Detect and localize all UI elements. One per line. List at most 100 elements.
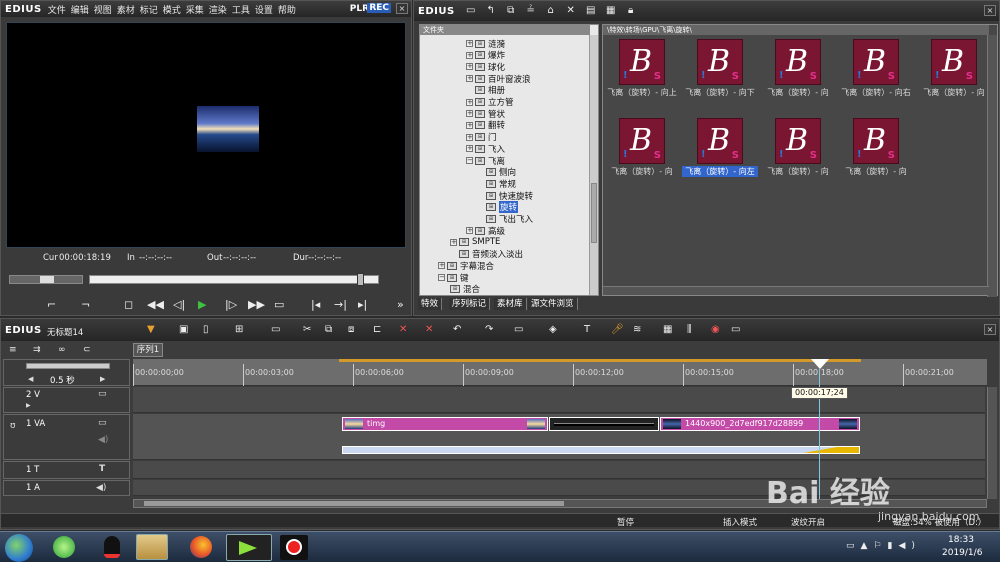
audio-mute-icon-1a[interactable]: ◀) <box>96 483 106 493</box>
expand-icon[interactable]: ▶ <box>26 402 31 409</box>
menu-item-3[interactable]: 素材 <box>117 6 135 16</box>
menu-item-9[interactable]: 设置 <box>255 6 273 16</box>
open-icon[interactable]: ⊞ <box>235 324 243 335</box>
capture-icon[interactable]: ▣ <box>179 324 188 335</box>
mode-icon[interactable]: ▭ <box>514 324 523 335</box>
track-head-2v[interactable]: 2 V ▭ ▶ <box>3 387 130 413</box>
audio-waveform[interactable] <box>342 446 860 454</box>
thumbnail-caption[interactable]: 飞离（旋转）- 向左 <box>682 166 758 177</box>
scale-left-icon[interactable]: ◀ <box>28 375 33 383</box>
video-mute-icon-1va[interactable]: ▭ <box>98 418 107 428</box>
status-insert-mode[interactable]: 插入模式 <box>723 516 757 528</box>
mark-in-icon[interactable]: ⌐ <box>47 298 56 311</box>
add-color-icon[interactable]: ≟ <box>524 5 538 17</box>
menu-item-8[interactable]: 工具 <box>232 6 250 16</box>
clip-1440x900[interactable]: 1440x900_2d7edf917d28899 <box>660 417 860 431</box>
app-icon-1[interactable] <box>53 536 75 558</box>
zoom-slider[interactable] <box>26 363 110 369</box>
close-icon[interactable]: × <box>984 324 996 335</box>
tab-asset-library[interactable]: 素材库 <box>494 298 527 310</box>
timeline-vscroll[interactable] <box>987 387 997 499</box>
tree-item[interactable]: ⊞ 旋转 <box>486 201 519 214</box>
position-slider[interactable] <box>89 273 379 286</box>
rewind-icon[interactable]: ◀◀ <box>147 298 164 311</box>
properties-icon[interactable]: ▤ <box>584 5 598 17</box>
effect-thumbnail[interactable]: B S! <box>697 39 743 85</box>
start-button[interactable] <box>5 534 33 562</box>
loop-icon[interactable]: ▭ <box>274 298 284 311</box>
tab-source-browser[interactable]: 源文件浏览 <box>528 298 578 310</box>
tray-icons[interactable]: ▭▲⚐▮◀) <box>846 541 921 551</box>
effect-thumbnail[interactable]: B S! <box>853 39 899 85</box>
audio-mute-icon-1va[interactable]: ◀) <box>98 435 108 445</box>
expand-toggle-icon[interactable]: − <box>438 274 445 281</box>
step-forward-icon[interactable]: |▷ <box>225 298 237 311</box>
track-head-1a[interactable]: 1 A ◀) <box>3 480 130 496</box>
mode-1-icon[interactable]: ≡ <box>9 345 17 355</box>
expand-toggle-icon[interactable]: + <box>466 110 473 118</box>
lock-icon[interactable]: 🔒︎ <box>624 5 638 17</box>
tree-item[interactable]: + ⊞ 字幕混合 <box>438 260 494 272</box>
track-row-2v[interactable] <box>133 387 985 413</box>
up-folder-icon[interactable]: ↰ <box>484 5 498 17</box>
tree-item[interactable]: + ⊞ 立方管 <box>466 97 514 108</box>
plr-label[interactable]: PLR <box>350 4 369 14</box>
render-icon[interactable]: ◉ <box>711 324 720 335</box>
expand-toggle-icon[interactable]: + <box>466 40 473 47</box>
overwrite-icon[interactable]: →| <box>334 298 347 311</box>
content-scrollbar[interactable] <box>987 35 997 297</box>
thumbnail-caption[interactable]: 飞离（旋转）- 向上 <box>604 87 680 98</box>
add-title-icon[interactable]: ⌂ <box>544 5 558 17</box>
close-icon[interactable]: × <box>984 5 996 16</box>
sync-icon[interactable]: ʊ <box>10 421 16 431</box>
tree-item[interactable]: ⊞ 混合 <box>450 284 480 295</box>
layout-icon[interactable]: ▭ <box>731 324 740 335</box>
delete-clip-icon[interactable]: ✕ <box>399 324 407 335</box>
cut-icon[interactable]: ✂ <box>303 324 311 335</box>
transition-icon[interactable]: ◈ <box>549 324 557 335</box>
delete-icon[interactable]: ✕ <box>564 5 578 17</box>
explorer-icon[interactable] <box>136 534 168 560</box>
track-row-1a[interactable] <box>133 480 985 496</box>
stop-icon[interactable]: ◻ <box>124 298 133 311</box>
tree-item[interactable]: ⊞ 飞出飞入 <box>486 214 533 225</box>
title-track-icon[interactable]: T <box>99 464 105 474</box>
more-icon[interactable]: » <box>397 298 404 311</box>
expand-toggle-icon[interactable]: + <box>450 238 457 246</box>
menu-item-7[interactable]: 渲染 <box>209 6 227 16</box>
title-icon[interactable]: T <box>584 324 590 335</box>
scale-right-icon[interactable]: ▶ <box>100 375 105 383</box>
sequence-tab[interactable]: 序列1 <box>133 343 163 357</box>
menu-item-4[interactable]: 标记 <box>140 6 158 16</box>
tree-item[interactable]: + ⊞ SMPTE <box>450 237 500 248</box>
paste-icon[interactable]: ⧈ <box>348 324 354 335</box>
tree-item[interactable]: ⊞ 常规 <box>486 178 516 190</box>
table-icon[interactable]: ▦ <box>663 324 672 335</box>
mode-2-icon[interactable]: ⇉ <box>33 345 41 355</box>
shuttle-bar[interactable] <box>9 275 83 284</box>
rec-badge[interactable]: REC <box>367 3 391 13</box>
track-row-1va[interactable]: timg 1440x900_2d7edf917d28899 <box>133 414 985 460</box>
effect-thumbnail[interactable]: B S! <box>697 118 743 164</box>
tree-item[interactable]: + ⊞ 百叶窗波浪 <box>466 73 531 85</box>
tree-item[interactable]: + ⊞ 球化 <box>466 61 505 73</box>
qq-icon[interactable] <box>104 536 120 558</box>
menu-item-2[interactable]: 视图 <box>94 6 112 16</box>
record-icon[interactable] <box>280 535 308 560</box>
tree-item[interactable]: − ⊞ 键 <box>438 272 469 284</box>
transition-clip[interactable] <box>549 417 659 431</box>
replace-icon[interactable]: ⊏ <box>373 324 381 335</box>
menu-item-0[interactable]: 文件 <box>48 6 66 16</box>
tree-item[interactable]: ⊞ 音频淡入淡出 <box>450 249 523 260</box>
track-head-1t[interactable]: 1 T T <box>3 461 130 479</box>
thumbnail-caption[interactable]: 飞离（旋转）- 向右 <box>838 87 914 98</box>
fast-forward-icon[interactable]: ▶▶ <box>248 298 265 311</box>
video-mute-icon[interactable]: ▭ <box>98 389 107 399</box>
copy-icon[interactable]: ⧉ <box>325 324 332 335</box>
firefox-icon[interactable] <box>190 536 212 558</box>
expand-toggle-icon[interactable]: − <box>466 157 473 164</box>
expand-toggle-icon[interactable]: + <box>438 262 445 270</box>
thumbnail-caption[interactable]: 飞离（旋转）- 向下 <box>682 87 758 98</box>
tree-item[interactable]: ⊞ 侧向 <box>486 167 516 178</box>
tree-item[interactable]: + ⊞ 翻转 <box>466 120 505 131</box>
